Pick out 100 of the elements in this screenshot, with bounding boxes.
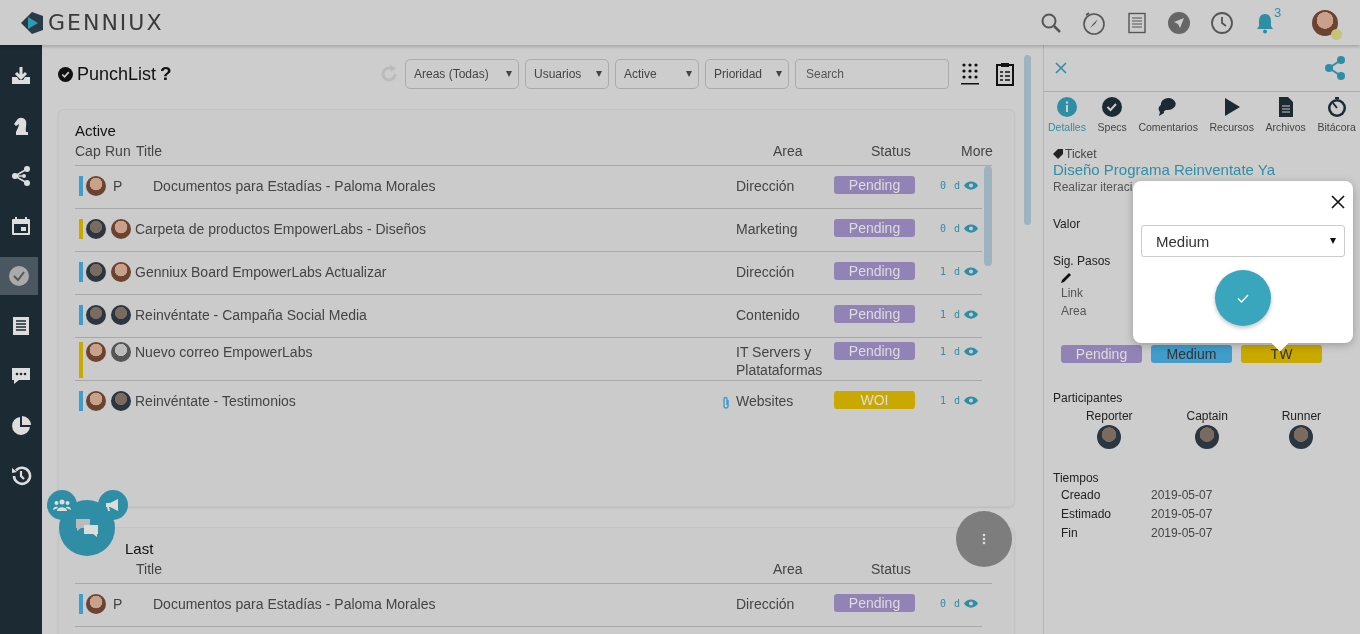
task-row[interactable]: Genniux Board EmpowerLabs Actualizar Dirección Pending 1 d (75, 252, 982, 295)
eye-icon[interactable] (964, 267, 979, 276)
check-circle-icon (8, 265, 30, 287)
panel-tab[interactable]: Comentarios (1138, 96, 1198, 140)
eye-icon[interactable] (964, 224, 979, 233)
status-badge: Pending (834, 594, 915, 612)
task-title: Carpeta de productos EmpowerLabs - Diseños (134, 220, 427, 239)
avatar (1097, 425, 1122, 449)
section-title: Participantes (1053, 391, 1124, 405)
section-title: Last (125, 540, 155, 557)
column-header: Title (136, 143, 162, 159)
share-icon[interactable] (1324, 56, 1346, 80)
field-label: Sig. Pasos (1053, 254, 1112, 268)
chat-icon (74, 517, 100, 539)
tag-icon (1053, 149, 1063, 159)
column-header: Area (773, 143, 803, 159)
help-link[interactable]: ? (160, 63, 172, 85)
status-badge: Pending (834, 262, 915, 280)
eye-icon[interactable] (964, 396, 979, 405)
avatar (111, 391, 131, 411)
compass-icon[interactable] (1082, 10, 1106, 35)
avatar (86, 391, 106, 411)
group-icon (53, 499, 71, 511)
grid-icon[interactable] (961, 62, 979, 86)
bell-icon[interactable] (1254, 11, 1276, 34)
avatar (111, 219, 131, 239)
filter-select[interactable]: Areas (Todas) (405, 59, 519, 89)
confirm-button[interactable] (1215, 270, 1271, 326)
user-avatar[interactable] (1312, 9, 1338, 36)
task-title: Documentos para Estadías - Paloma Morales (152, 595, 436, 614)
task-row[interactable]: Reinvéntate - Testimonios Websites WOI 1 d (75, 381, 982, 418)
task-title: Documentos para Estadías - Paloma Morales (152, 177, 436, 196)
panel-tab[interactable]: Recursos (1209, 96, 1254, 140)
area-text: Contenido (736, 306, 800, 324)
avatar (86, 262, 106, 282)
filter-select[interactable]: Prioridad (705, 59, 789, 89)
task-row[interactable]: P Documentos para Estadías - Paloma Morales Dirección Pending 0 d (75, 584, 982, 627)
scrollbar[interactable] (1024, 55, 1031, 225)
scrollbar[interactable] (984, 166, 992, 266)
task-row[interactable]: Reinvéntate - Campaña Social Media Contenido Pending 1 d (75, 295, 982, 338)
step-label: Area (1061, 304, 1087, 318)
avatar (111, 342, 131, 362)
area-text: Dirección (736, 263, 795, 281)
tag-badge: Pending (1061, 345, 1142, 363)
pencil-icon[interactable] (1060, 272, 1072, 284)
history-icon (10, 465, 32, 487)
filter-select[interactable]: Usuarios (525, 59, 609, 89)
avatar (86, 305, 106, 325)
task-row[interactable]: Nuevo correo EmpowerLabs IT Servers y Platataformas Pending 1 d (75, 338, 982, 381)
search-field[interactable]: Search (795, 59, 949, 89)
age-text: 1 d (940, 395, 962, 406)
caret-icon (686, 71, 692, 77)
eye-icon[interactable] (964, 599, 979, 608)
task-row[interactable]: Carpeta de productos EmpowerLabs - Diseños Marketing Pending 0 d (75, 209, 982, 252)
page-title: PunchList (77, 63, 157, 85)
chat-icon (10, 365, 32, 387)
clock-icon[interactable] (1210, 10, 1234, 35)
status-badge: Pending (834, 305, 915, 323)
download-icon (10, 65, 32, 87)
role-label: Captain (1186, 409, 1228, 423)
area-text: Dirección (736, 595, 795, 613)
date-text: 2019-05-07 (1151, 506, 1213, 523)
filter-select[interactable]: Active (615, 59, 699, 89)
eye-icon[interactable] (964, 181, 979, 190)
search-icon[interactable] (1040, 11, 1062, 34)
panel-tab[interactable]: Bitácora (1317, 96, 1356, 140)
tag-badge: TW (1241, 345, 1322, 363)
avatar (111, 262, 131, 282)
runner-initial: P (113, 177, 123, 196)
more-button[interactable] (956, 511, 1012, 567)
logo-text: GENNIUX (48, 10, 164, 35)
eye-icon[interactable] (964, 347, 979, 356)
task-row[interactable]: P Documentos para Estadías - Paloma Morales Dirección Pending 0 d (75, 166, 982, 209)
status-badge: WOI (834, 391, 915, 409)
time-label: Creado (1061, 487, 1102, 504)
role-label: Runner (1281, 409, 1322, 423)
panel-tab[interactable]: Specs (1097, 96, 1127, 140)
column-header: More (961, 143, 993, 159)
clipboard-icon[interactable] (995, 62, 1015, 86)
column-header: Cap (75, 143, 101, 159)
panel-tab[interactable]: Archivos (1265, 96, 1306, 140)
navigation-icon[interactable] (1168, 11, 1190, 34)
eye-icon[interactable] (964, 310, 979, 319)
document-icon[interactable] (1126, 11, 1148, 34)
avatar (111, 305, 131, 325)
close-icon[interactable] (1331, 195, 1345, 209)
ticket-description: Realizar iteraci (1053, 180, 1134, 194)
area-text: Dirección (736, 177, 795, 195)
caret-icon (1330, 238, 1336, 244)
column-header: Run (105, 143, 131, 159)
presence-dot (1331, 28, 1342, 40)
role-label: Reporter (1085, 409, 1133, 423)
caret-icon (506, 71, 512, 77)
task-title: Nuevo correo EmpowerLabs (134, 343, 313, 362)
tag-badge: Medium (1151, 345, 1232, 363)
avatar (86, 176, 106, 196)
time-label: Fin (1061, 525, 1079, 542)
priority-select[interactable]: Medium (1141, 225, 1345, 257)
task-title: Reinvéntate - Testimonios (134, 392, 296, 411)
kebab-icon (982, 533, 986, 545)
